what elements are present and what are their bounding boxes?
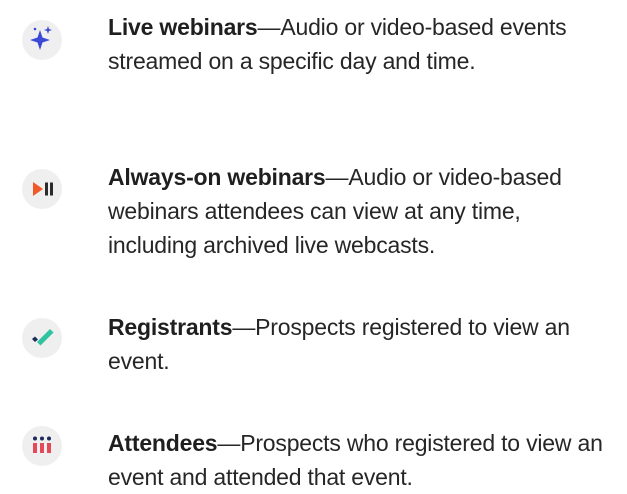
item-text: Live webinars—Audio or video-based event… bbox=[108, 10, 613, 78]
people-icon bbox=[22, 426, 62, 466]
play-pause-icon bbox=[22, 169, 62, 209]
checkmark-icon bbox=[22, 318, 62, 358]
item-text: Always-on webinars—Audio or video-based … bbox=[108, 160, 613, 262]
item-text: Attendees—Prospects who registered to vi… bbox=[108, 426, 613, 494]
feature-list: Live webinars—Audio or video-based event… bbox=[0, 0, 627, 490]
item-title: Registrants bbox=[108, 314, 233, 340]
item-title: Attendees bbox=[108, 430, 218, 456]
item-title: Live webinars bbox=[108, 14, 258, 40]
item-text: Registrants—Prospects registered to view… bbox=[108, 310, 613, 378]
item-title: Always-on webinars bbox=[108, 164, 326, 190]
sparkle-icon bbox=[22, 20, 62, 60]
